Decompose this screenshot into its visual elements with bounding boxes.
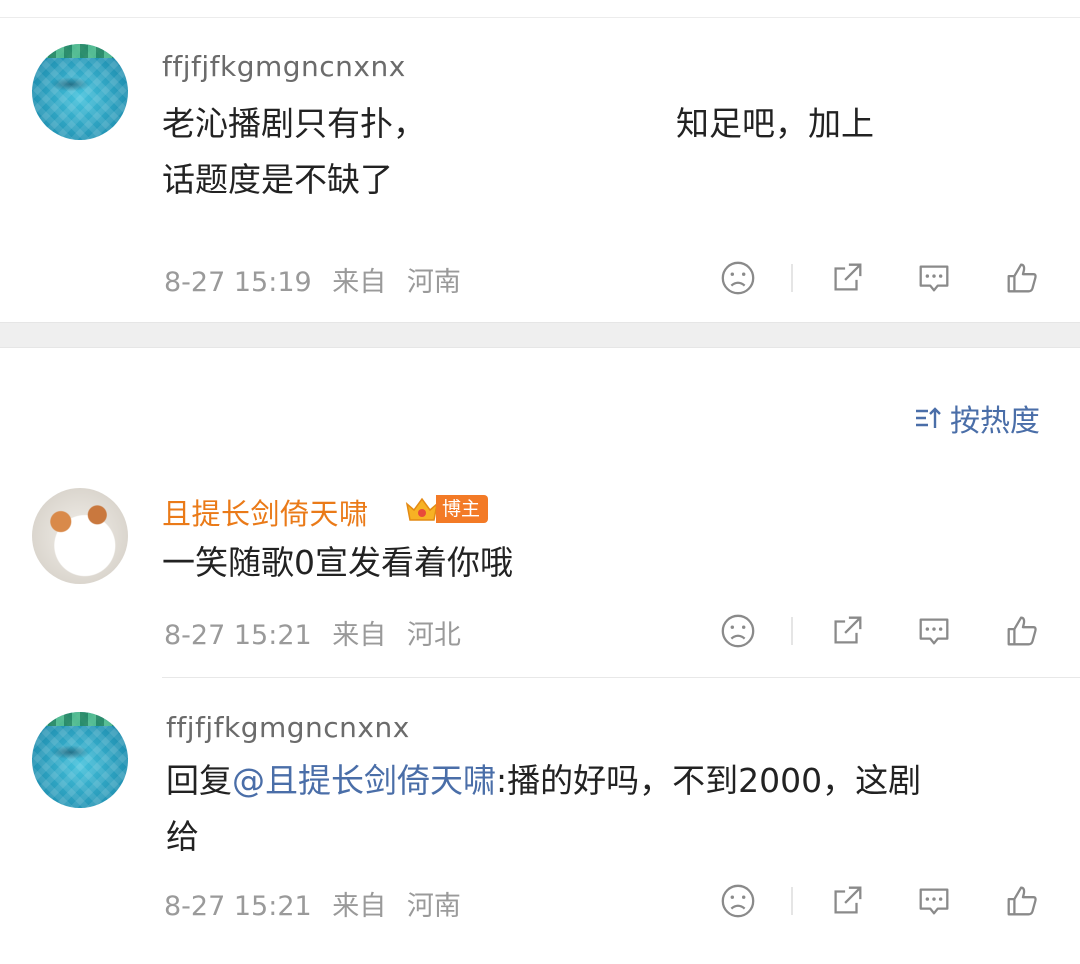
sort-icon [916,407,941,428]
reply-button[interactable] [912,879,956,923]
comment-text-part: 给 [166,817,199,856]
comment-actions [712,609,1052,653]
separator [791,887,793,915]
dislike-button[interactable] [716,879,760,923]
dislike-face-icon [721,884,755,918]
redacted-region [199,820,399,857]
comment-location: 河南 [406,267,461,298]
reply-prefix: 回复 [166,761,232,800]
like-icon [1007,263,1037,293]
comment-icon [919,265,949,292]
comment-date: 8-27 15:21 [164,891,312,922]
badge-label: 博主 [436,495,489,523]
comment-text-line2: 给 [166,809,399,865]
dislike-button[interactable] [716,256,760,300]
separator [791,617,793,645]
like-button[interactable] [1000,256,1044,300]
top-divider [0,17,1080,18]
separator [791,264,793,292]
like-button[interactable] [1000,879,1044,923]
avatar[interactable] [32,488,128,584]
reply-button[interactable] [912,256,956,300]
username[interactable]: 且提长剑倚天啸 [162,491,369,533]
comment-date: 8-27 15:21 [164,620,312,651]
share-icon [834,886,862,914]
avatar[interactable] [32,712,128,808]
share-button[interactable] [825,879,869,923]
reply-button[interactable] [912,609,956,653]
from-label: 来自 [332,267,387,298]
comment-meta: 8-27 15:21 来自 河北 [164,613,461,652]
like-button[interactable] [1000,609,1044,653]
comment-icon [919,888,949,915]
reply-divider [162,677,1080,678]
share-button[interactable] [825,256,869,300]
from-label: 来自 [332,620,387,651]
comment-actions [712,879,1052,923]
comment-text: 老沁播剧只有扑， 知足吧，加上 [162,96,874,152]
comment-date: 8-27 15:19 [164,267,312,298]
comment-text-part: :播的好吗，不到2000，这剧 [496,761,922,800]
redacted-region [426,107,676,144]
share-icon [834,263,862,291]
dislike-face-icon [721,614,755,648]
share-icon [834,616,862,644]
blogger-badge: 博主 [404,494,489,524]
comment-meta: 8-27 15:19 来自 河南 [164,260,461,299]
mention-link[interactable]: @且提长剑倚天啸 [232,761,496,800]
dislike-button[interactable] [716,609,760,653]
comment-meta: 8-27 15:21 来自 河南 [164,884,461,923]
comment-location: 河北 [406,620,461,651]
comment-text: 一笑随歌0宣发看着你哦 [162,543,513,582]
comment-icon [919,618,949,645]
share-button[interactable] [825,609,869,653]
crown-icon [405,497,439,521]
dislike-face-icon [721,261,755,295]
sort-label: 按热度 [950,404,1040,439]
like-icon [1007,886,1037,916]
sort-by-hot-button[interactable]: 按热度 [912,396,1040,440]
from-label: 来自 [332,891,387,922]
comment-text-part: 知足吧，加上 [676,104,874,143]
username[interactable]: ffjfjfkgmgncnxnx [166,711,410,744]
comment-text-line2: 话题度是不缺了 [162,160,393,199]
comment-text-part: 老沁播剧只有扑， [162,104,426,143]
username[interactable]: ffjfjfkgmgncnxnx [162,50,406,83]
comment-actions [712,256,1052,300]
comment-location: 河南 [406,891,461,922]
section-gap [0,322,1080,348]
avatar[interactable] [32,44,128,140]
comment-text: 回复@且提长剑倚天啸:播的好吗，不到2000，这剧 [166,753,921,809]
like-icon [1007,616,1037,646]
